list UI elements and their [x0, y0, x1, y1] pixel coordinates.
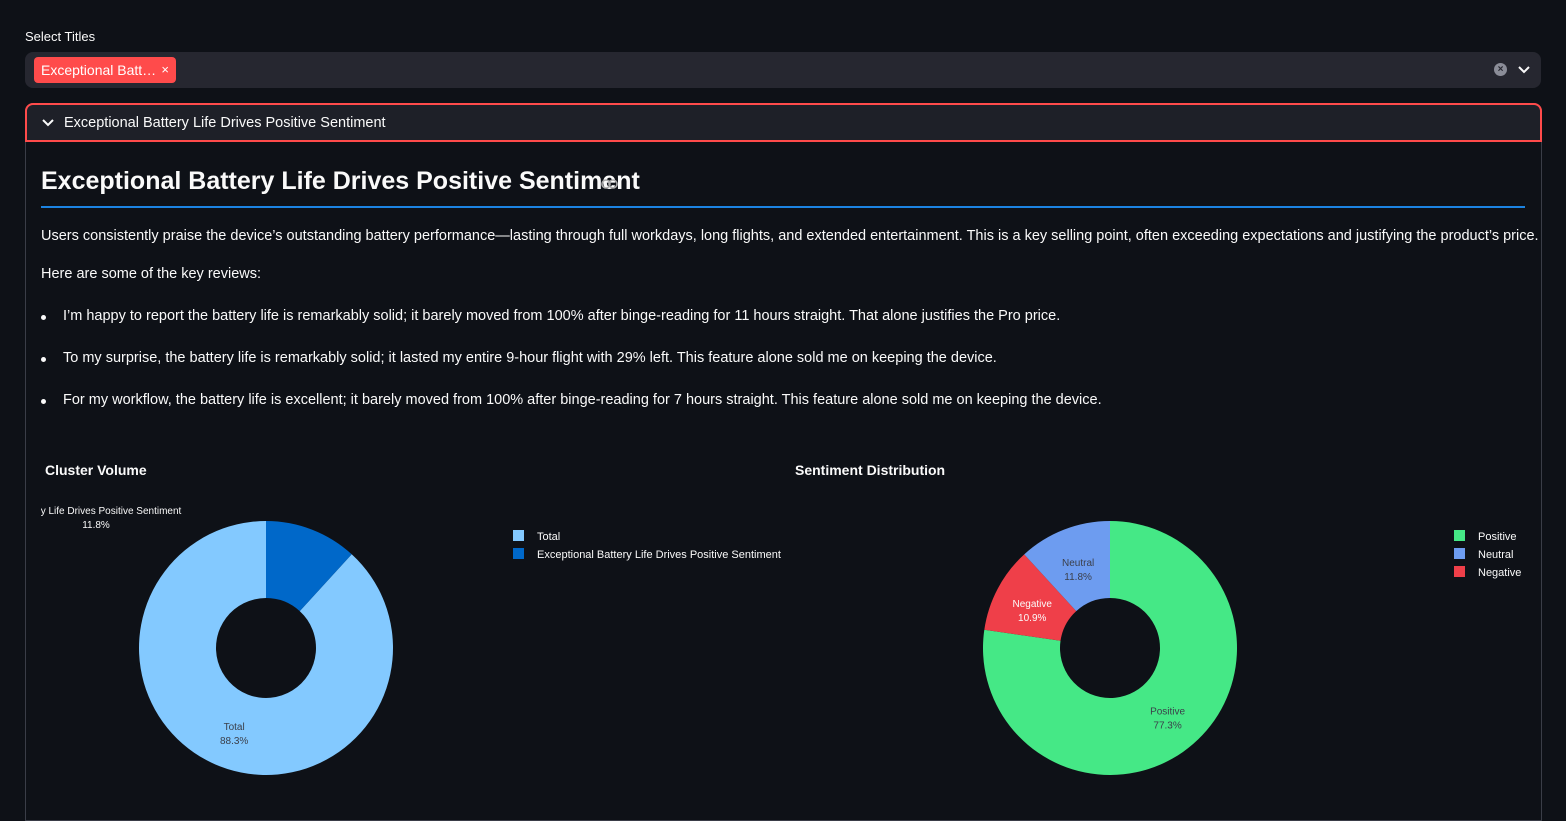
slice-label: Neutral	[1062, 558, 1094, 569]
slice-value-label: 10.9%	[1018, 613, 1046, 624]
slice-value-label: 88.3%	[220, 736, 248, 747]
cluster-volume-title: Cluster Volume	[45, 462, 147, 478]
clear-selection-icon[interactable]: ×	[1494, 63, 1507, 76]
legend-entry[interactable]: Total	[537, 531, 560, 543]
slice-label: …attery Life Drives Positive Sentiment	[41, 506, 182, 517]
legend-entry[interactable]: Positive	[1478, 531, 1517, 543]
sentiment-distribution-chart: Positive 77.3% Negative 10.9% Neutral 11.8% P…	[983, 521, 1521, 775]
legend-swatch	[513, 530, 524, 541]
sentiment-distribution-title: Sentiment Distribution	[795, 462, 946, 478]
review-item: For my workflow, the battery life is exc…	[63, 392, 1102, 408]
slice-label: Positive	[1150, 707, 1185, 718]
heading-divider	[41, 206, 1525, 208]
chevron-down-icon	[42, 119, 54, 127]
slice-value-label: 77.3%	[1153, 721, 1181, 732]
link-icon[interactable]	[601, 178, 618, 190]
legend-entry[interactable]: Negative	[1478, 567, 1521, 579]
selected-title-chip[interactable]: Exceptional Batt… ×	[34, 57, 176, 83]
review-item: I’m happy to report the battery life is …	[63, 308, 1061, 324]
select-titles-label: Select Titles	[25, 29, 96, 44]
chip-label: Exceptional Batt…	[41, 62, 157, 78]
expander-header[interactable]: Exceptional Battery Life Drives Positive…	[25, 103, 1542, 142]
legend-swatch	[513, 548, 524, 559]
legend-swatch	[1454, 548, 1465, 559]
slice-value-label: 11.8%	[82, 520, 110, 531]
bullet-icon	[41, 357, 46, 362]
legend-swatch	[1454, 566, 1465, 577]
select-titles-multiselect[interactable]: Exceptional Batt… × ×	[25, 52, 1541, 88]
summary-text: Users consistently praise the device’s o…	[41, 228, 1539, 244]
expander-title: Exceptional Battery Life Drives Positive…	[64, 115, 386, 131]
reviews-intro: Here are some of the key reviews:	[41, 266, 262, 282]
chevron-down-icon[interactable]	[1516, 59, 1532, 79]
section-heading: Exceptional Battery Life Drives Positive…	[41, 167, 640, 195]
legend-entry[interactable]: Neutral	[1478, 549, 1513, 561]
bullet-icon	[41, 399, 46, 404]
chip-remove-icon[interactable]: ×	[161, 57, 169, 83]
slice-label: Total	[224, 722, 245, 733]
bullet-icon	[41, 315, 46, 320]
slice-value-label: 11.8%	[1064, 572, 1092, 583]
cluster-volume-chart: Total 88.3% …attery Life Drives Positive S…	[41, 506, 781, 775]
legend-entry[interactable]: Exceptional Battery Life Drives Positive…	[537, 549, 781, 561]
slice-label: Negative	[1012, 599, 1052, 610]
legend-swatch	[1454, 530, 1465, 541]
review-item: To my surprise, the battery life is rema…	[63, 350, 997, 366]
